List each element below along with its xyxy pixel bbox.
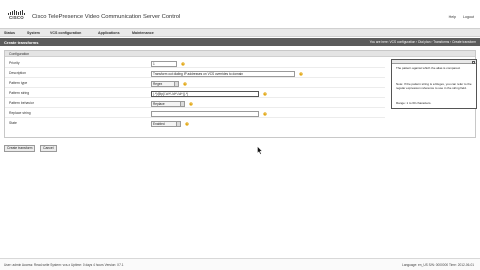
help-icon[interactable]: ? — [263, 111, 267, 116]
pattern-type-label: Pattern type — [9, 81, 28, 85]
header: CISCO Cisco TelePresence Video Communica… — [0, 0, 480, 26]
description-field[interactable]: Transform out dialing IP addresses on VC… — [151, 70, 295, 77]
cisco-logo: CISCO — [6, 10, 28, 20]
pattern-behavior-value: Replace — [153, 101, 165, 106]
replace-string-field[interactable] — [151, 110, 259, 117]
panel-heading: Configuration — [5, 51, 475, 57]
help-icon[interactable]: ? — [185, 121, 189, 126]
row-pattern-string: Pattern string (.*)@ip(\.\d+\.\d+\.\d+)(… — [5, 89, 385, 98]
state-label: State — [9, 121, 17, 125]
chevron-down-icon — [176, 121, 180, 126]
mouse-cursor-icon — [257, 146, 263, 155]
chevron-down-icon — [180, 101, 184, 106]
pattern-type-value: Regex — [153, 81, 163, 86]
nav-status[interactable]: Status — [4, 31, 15, 35]
help-tooltip-bar — [392, 60, 476, 64]
help-icon[interactable]: ? — [183, 81, 187, 86]
state-value: Enabled — [153, 121, 165, 126]
replace-string-label: Replace string — [9, 111, 31, 115]
pattern-string-label: Pattern string — [9, 91, 30, 95]
row-priority: Priority 1 ? — [5, 59, 385, 68]
footer-session-info: User: admin Access: Read-write System: v… — [4, 263, 124, 267]
row-description: Description Transform out dialing IP add… — [5, 69, 385, 78]
page-titlebar: Create transforms You are here: VCS conf… — [0, 38, 480, 46]
pattern-behavior-select[interactable]: Replace — [151, 100, 185, 107]
nav-maintenance[interactable]: Maintenance — [132, 31, 154, 35]
help-text-range: Range: 1 to 60 characters. — [396, 101, 432, 105]
create-transform-button[interactable]: Create transform — [4, 145, 36, 152]
help-icon[interactable]: ? — [263, 91, 267, 96]
help-icon[interactable]: ? — [299, 71, 303, 76]
breadcrumb[interactable]: You are here: VCS configuration › Dial p… — [370, 40, 476, 44]
cancel-button[interactable]: Cancel — [40, 145, 57, 152]
logo-text: CISCO — [9, 15, 24, 20]
priority-label: Priority — [9, 61, 20, 65]
row-state: State Enabled ? — [5, 119, 385, 128]
pattern-type-select[interactable]: Regex — [151, 80, 179, 87]
main-nav: Status System VCS configuration Applicat… — [0, 28, 480, 37]
close-icon[interactable] — [472, 60, 475, 64]
chevron-down-icon — [174, 81, 178, 86]
footer-system-info: Language: en_US S/N: 0000000 Time: 2012-… — [402, 263, 474, 267]
configuration-panel: Configuration Priority 1 ? Description T… — [4, 50, 477, 138]
help-link[interactable]: Help — [449, 15, 456, 19]
header-links: Help Logout — [443, 15, 474, 19]
logout-link[interactable]: Logout — [463, 15, 474, 19]
row-pattern-behavior: Pattern behavior Replace ? — [5, 99, 385, 108]
pattern-string-field[interactable]: (.*)@ip(\.\d+\.\d+\.\d+)(.*) — [151, 90, 259, 97]
priority-field[interactable]: 1 — [151, 60, 177, 67]
row-pattern-type: Pattern type Regex ? — [5, 79, 385, 88]
description-label: Description — [9, 71, 26, 75]
pattern-behavior-label: Pattern behavior — [9, 101, 34, 105]
nav-applications[interactable]: Applications — [98, 31, 120, 35]
app-title: Cisco TelePresence Video Communication S… — [32, 14, 181, 20]
nav-system[interactable]: System — [27, 31, 40, 35]
page-title: Create transforms — [4, 39, 39, 45]
help-text-note: Note: If the pattern string is a Regex, … — [396, 82, 472, 90]
nav-vcs-configuration[interactable]: VCS configuration — [50, 31, 81, 35]
help-tooltip: The pattern against which the alias is c… — [391, 59, 477, 109]
panel-heading-label: Configuration — [9, 51, 30, 56]
help-icon[interactable]: ? — [189, 101, 193, 106]
help-text-description: The pattern against which the alias is c… — [396, 66, 461, 70]
status-footer: User: admin Access: Read-write System: v… — [0, 258, 480, 270]
help-icon[interactable]: ? — [181, 61, 185, 66]
state-select[interactable]: Enabled — [151, 120, 181, 127]
row-replace-string: Replace string ? — [5, 109, 385, 118]
